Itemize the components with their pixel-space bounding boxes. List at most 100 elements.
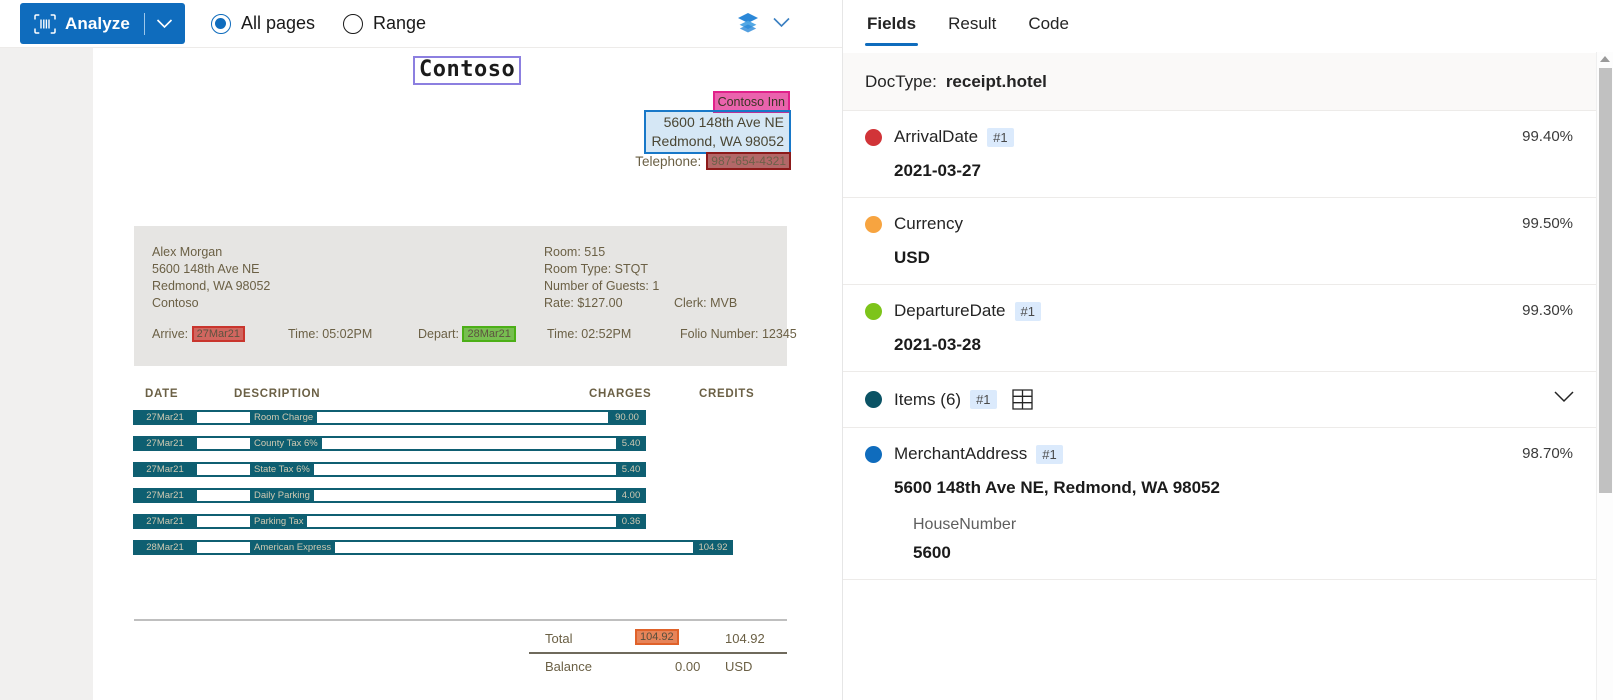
field-row[interactable]: Currency 99.50% USD (843, 198, 1613, 285)
depart-group: Depart: 28Mar21 (418, 326, 516, 342)
document-viewport[interactable]: Contoso Contoso Inn 5600 148th Ave NE Re… (0, 48, 842, 700)
subfield-value: 5600 (913, 543, 951, 562)
line-item-row[interactable]: 27Mar21 State Tax 6% 5.40 (133, 462, 646, 477)
totals-divider-bottom (529, 652, 787, 654)
field-page-badge[interactable]: #1 (1036, 444, 1063, 464)
guest-info-panel: Alex Morgan 5600 148th Ave NE Redmond, W… (134, 226, 797, 366)
panel-tabs: Fields Result Code (843, 0, 1613, 52)
th-credits: CREDITS (699, 388, 755, 400)
line-item-charge: 4.00 (618, 490, 644, 501)
field-row[interactable]: ArrivalDate #1 99.40% 2021-03-27 (843, 111, 1613, 198)
field-value: 2021-03-27 (894, 161, 981, 180)
field-header: DepartureDate #1 (865, 301, 1573, 321)
subfield-label: HouseNumber (913, 516, 1017, 533)
scrollbar-thumb[interactable] (1599, 68, 1612, 493)
tab-fields[interactable]: Fields (865, 14, 919, 46)
line-item-spacer (197, 464, 252, 475)
line-item-description: County Tax 6% (252, 438, 322, 449)
number-of-guests: Number of Guests: 1 (544, 279, 660, 293)
line-item-fill (317, 412, 610, 423)
line-item-charge: 0.36 (618, 516, 644, 527)
line-item-charge: 90.00 (610, 412, 644, 423)
page-scope-radio-group: All pages Range (210, 13, 454, 34)
line-item-description: Daily Parking (252, 490, 314, 501)
line-item-fill (307, 516, 618, 527)
line-item-fill (313, 464, 618, 475)
field-row[interactable]: Items (6) #1 (843, 372, 1613, 428)
line-item-row[interactable]: 27Mar21 County Tax 6% 5.40 (133, 436, 646, 451)
field-page-badge[interactable]: #1 (1014, 301, 1041, 321)
line-item-description: Room Charge (252, 412, 318, 423)
analyze-workspace: Analyze All pages Range Contoso Contoso … (0, 0, 1613, 700)
room-type: Room Type: STQT (544, 262, 648, 276)
line-item-row[interactable]: 27Mar21 Parking Tax 0.36 (133, 514, 646, 529)
arrive-label: Arrive: (152, 327, 189, 341)
layers-dropdown-button[interactable] (735, 9, 791, 35)
room-rate: Rate: $127.00 (544, 296, 623, 310)
line-item-spacer (197, 490, 252, 501)
scroll-up-arrow-icon[interactable] (1600, 56, 1610, 62)
guest-name: Alex Morgan (152, 245, 223, 259)
merchant-name-text: Contoso Inn (717, 95, 785, 109)
line-item-spacer (197, 542, 252, 553)
field-color-dot (865, 445, 882, 463)
line-item-fill (313, 490, 618, 501)
depart-time: Time: 02:52PM (547, 327, 632, 341)
depart-label: Depart: (418, 327, 459, 341)
field-header: Items (6) #1 (865, 388, 1573, 411)
field-row[interactable]: DepartureDate #1 99.30% 2021-03-28 (843, 285, 1613, 372)
field-header: MerchantAddress #1 (865, 444, 1573, 464)
tab-result[interactable]: Result (946, 14, 998, 46)
field-color-dot (865, 215, 882, 233)
field-header: Currency (865, 214, 1573, 234)
th-date: DATE (145, 388, 179, 400)
analyze-split-divider (143, 12, 145, 35)
arrival-date-annotation[interactable]: 27Mar21 (191, 326, 246, 342)
radio-range[interactable]: Range (343, 13, 426, 34)
guest-address-line2: Redmond, WA 98052 (152, 279, 271, 293)
guest-address-line1: 5600 148th Ave NE (152, 262, 260, 276)
tab-code[interactable]: Code (1026, 14, 1071, 46)
total-annotation[interactable]: 104.92 (635, 629, 679, 645)
line-item-row[interactable]: 27Mar21 Room Charge 90.00 (133, 410, 646, 425)
fields-list: ArrivalDate #1 99.40% 2021-03-27 Currency 99.… (843, 111, 1613, 580)
telephone-label: Telephone: (635, 153, 702, 169)
line-item-row[interactable]: 27Mar21 Daily Parking 4.00 (133, 488, 646, 503)
th-description: DESCRIPTION (234, 388, 321, 400)
balance-value: 0.00 (675, 659, 701, 674)
tab-fields-label: Fields (867, 14, 917, 33)
field-confidence: 99.40% (1522, 128, 1573, 145)
line-item-spacer (197, 516, 252, 527)
line-item-date: 27Mar21 (135, 464, 197, 475)
field-row[interactable]: MerchantAddress #1 98.70% 5600 148th Ave NE… (843, 428, 1613, 580)
line-item-charge: 5.40 (618, 438, 644, 449)
field-name: DepartureDate (894, 301, 1006, 320)
fields-scrollbar[interactable] (1596, 52, 1613, 700)
doctype-label: DocType: (865, 71, 937, 91)
folio-number: Folio Number: 12345 (680, 327, 797, 341)
merchant-address-line2: Redmond, WA 98052 (651, 133, 784, 149)
field-page-badge[interactable]: #1 (987, 127, 1014, 147)
merchant-phone-annotation[interactable]: 987-654-4321 (706, 152, 791, 170)
line-item-date: 27Mar21 (135, 516, 197, 527)
departure-date-annotation[interactable]: 28Mar21 (462, 326, 516, 342)
room-number: Room: 515 (544, 245, 606, 259)
radio-all-pages[interactable]: All pages (210, 13, 315, 34)
field-page-badge[interactable]: #1 (970, 390, 997, 409)
merchant-address-annotation[interactable]: 5600 148th Ave NE Redmond, WA 98052 (644, 110, 791, 154)
radio-range-label: Range (373, 13, 427, 33)
analyze-dropdown-toggle[interactable] (156, 18, 173, 29)
table-grid-icon[interactable] (1011, 388, 1034, 411)
field-color-dot (865, 391, 882, 408)
line-item-row[interactable]: 28Mar21 American Express 104.92 (133, 540, 733, 555)
line-item-charge: 5.40 (618, 464, 644, 475)
line-item-spacer (197, 438, 252, 449)
fields-list-scroll[interactable]: DocType: receipt.hotel ArrivalDate #1 99.4… (843, 52, 1613, 700)
doctype-bar: DocType: receipt.hotel (843, 53, 1613, 111)
merchant-logo-text: Contoso (419, 57, 516, 82)
analyze-button[interactable]: Analyze (20, 3, 185, 44)
field-value: 2021-03-28 (894, 335, 981, 354)
line-item-fill (321, 438, 618, 449)
field-name: Currency (894, 214, 963, 233)
chevron-down-icon[interactable] (1553, 390, 1575, 403)
